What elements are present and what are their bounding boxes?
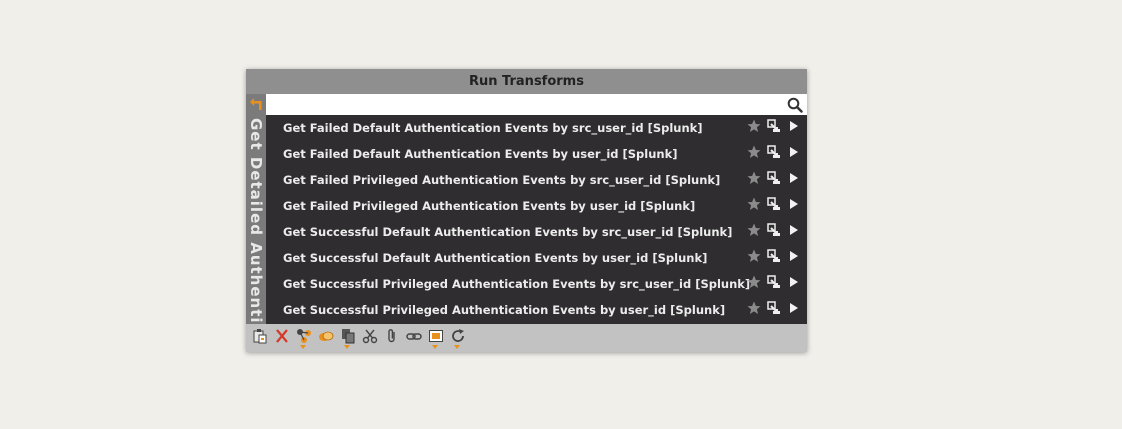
run-transform-icon[interactable] (767, 275, 781, 289)
transform-label: Get Successful Privileged Authentication… (283, 303, 726, 317)
play-arrow-icon[interactable] (787, 119, 801, 133)
side-label: Get Detailed Authentic (247, 118, 265, 324)
star-icon[interactable] (747, 171, 761, 185)
run-transform-icon[interactable] (767, 223, 781, 237)
play-arrow-icon[interactable] (787, 275, 801, 289)
attach-button[interactable] (383, 328, 400, 348)
dropdown-arrow-icon (454, 345, 460, 349)
row-actions (747, 223, 801, 237)
run-transform-icon[interactable] (767, 249, 781, 263)
merge-button[interactable] (317, 328, 334, 348)
star-icon[interactable] (747, 223, 761, 237)
run-transform-icon[interactable] (767, 197, 781, 211)
dropdown-arrow-icon (432, 345, 438, 349)
run-transform-icon[interactable] (767, 145, 781, 159)
star-icon[interactable] (747, 275, 761, 289)
transform-row[interactable]: Get Failed Default Authentication Events… (266, 141, 807, 167)
link-button[interactable] (405, 328, 422, 348)
run-transform-icon[interactable] (767, 171, 781, 185)
transform-label: Get Failed Default Authentication Events… (283, 121, 703, 135)
play-arrow-icon[interactable] (787, 145, 801, 159)
star-icon[interactable] (747, 301, 761, 315)
bottom-toolbar (246, 324, 807, 352)
select-related-icon (296, 329, 311, 343)
play-arrow-icon[interactable] (787, 223, 801, 237)
paste-button[interactable] (251, 328, 268, 348)
delete-icon (275, 329, 288, 343)
refresh-button[interactable] (449, 328, 466, 349)
link-icon (405, 333, 422, 340)
dropdown-arrow-icon (300, 345, 306, 349)
star-icon[interactable] (747, 119, 761, 133)
transform-list: Get Failed Default Authentication Events… (266, 115, 807, 324)
row-actions (747, 301, 801, 315)
paste-icon (253, 329, 266, 344)
row-actions (747, 145, 801, 159)
transform-row[interactable]: Get Successful Default Authentication Ev… (266, 219, 807, 245)
back-arrow-icon[interactable] (249, 97, 263, 111)
search-bar (266, 94, 807, 115)
play-arrow-icon[interactable] (787, 197, 801, 211)
attach-icon (387, 329, 395, 343)
delete-button[interactable] (273, 328, 290, 348)
run-transforms-panel: Run Transforms Get Detailed Authentic Ge… (246, 69, 807, 352)
transform-row[interactable]: Get Successful Privileged Authentication… (266, 271, 807, 297)
copy-icon (341, 329, 354, 344)
row-actions (747, 275, 801, 289)
star-icon[interactable] (747, 197, 761, 211)
play-arrow-icon[interactable] (787, 301, 801, 315)
transform-row[interactable]: Get Failed Default Authentication Events… (266, 115, 807, 141)
search-input[interactable] (266, 95, 787, 114)
run-transform-icon[interactable] (767, 301, 781, 315)
transform-label: Get Successful Privileged Authentication… (283, 277, 751, 291)
cut-icon (362, 329, 377, 344)
transform-label: Get Failed Default Authentication Events… (283, 147, 678, 161)
transform-label: Get Successful Default Authentication Ev… (283, 251, 708, 265)
transform-row[interactable]: Get Failed Privileged Authentication Eve… (266, 193, 807, 219)
select-icon (428, 330, 443, 342)
row-actions (747, 119, 801, 133)
transform-row[interactable]: Get Successful Default Authentication Ev… (266, 245, 807, 271)
side-strip: Get Detailed Authentic (246, 94, 266, 324)
transform-label: Get Failed Privileged Authentication Eve… (283, 173, 721, 187)
transform-row[interactable]: Get Failed Privileged Authentication Eve… (266, 167, 807, 193)
star-icon[interactable] (747, 249, 761, 263)
search-icon[interactable] (787, 97, 803, 113)
panel-title: Run Transforms (246, 69, 807, 95)
cut-button[interactable] (361, 328, 378, 348)
row-actions (747, 197, 801, 211)
panel-body: Get Detailed Authentic Get Failed Defaul… (246, 94, 807, 324)
play-arrow-icon[interactable] (787, 171, 801, 185)
run-transform-icon[interactable] (767, 119, 781, 133)
row-actions (747, 171, 801, 185)
copy-button[interactable] (339, 328, 356, 349)
star-icon[interactable] (747, 145, 761, 159)
transform-label: Get Successful Default Authentication Ev… (283, 225, 733, 239)
select-button[interactable] (427, 328, 444, 349)
dropdown-arrow-icon (344, 345, 350, 349)
transform-label: Get Failed Privileged Authentication Eve… (283, 199, 696, 213)
transform-row[interactable]: Get Successful Privileged Authentication… (266, 297, 807, 323)
select-related-button[interactable] (295, 328, 312, 349)
merge-icon (318, 331, 333, 341)
row-actions (747, 249, 801, 263)
refresh-icon (451, 329, 464, 342)
play-arrow-icon[interactable] (787, 249, 801, 263)
